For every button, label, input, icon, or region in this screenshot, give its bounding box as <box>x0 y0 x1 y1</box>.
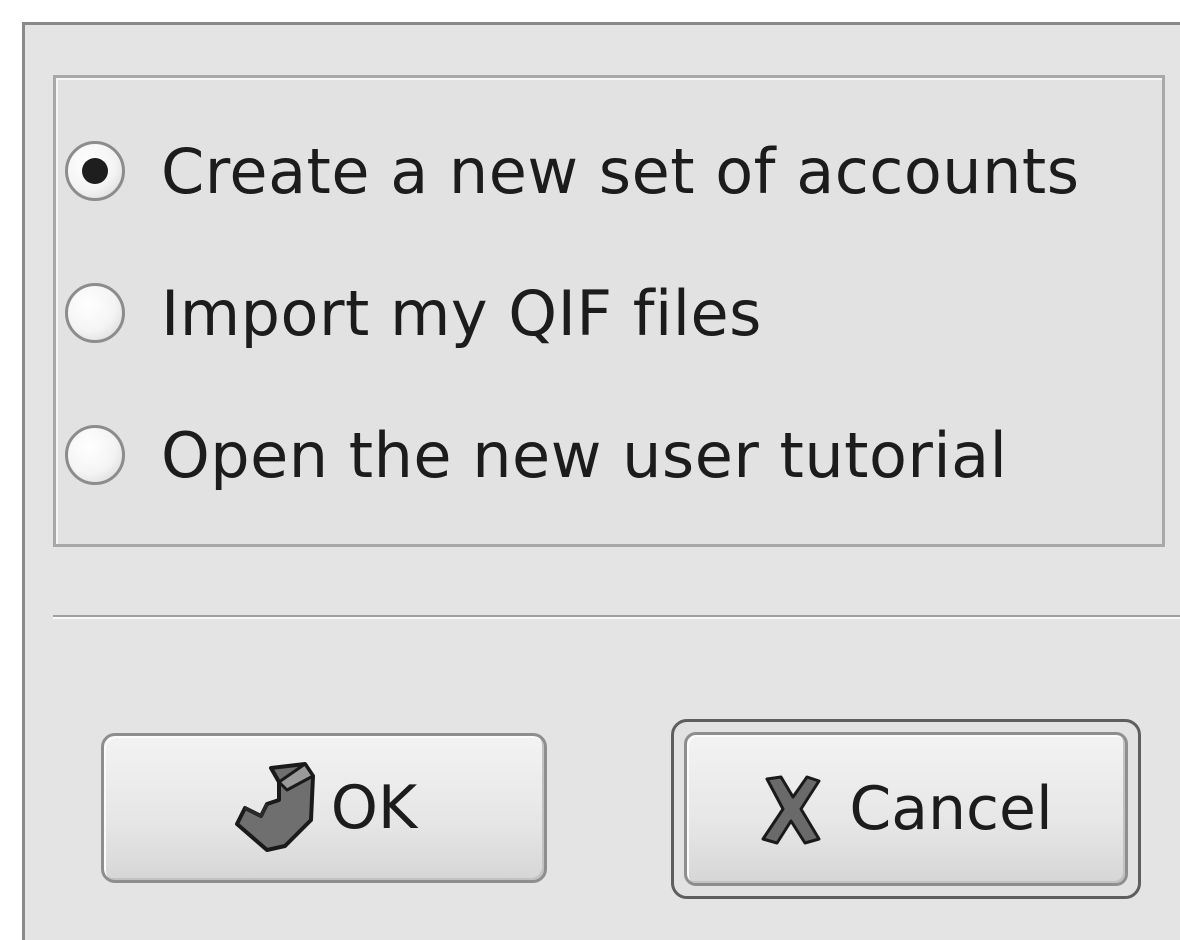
apply-check-icon <box>231 760 323 856</box>
cancel-button[interactable]: Cancel <box>671 719 1141 899</box>
radio-selected-dot <box>82 158 108 184</box>
radio-option-import-qif[interactable]: Import my QIF files <box>65 273 762 353</box>
ok-button-label: OK <box>330 773 418 843</box>
radio-button[interactable] <box>65 425 125 485</box>
dialog-window: Create a new set of accounts Import my Q… <box>22 22 1180 940</box>
cancel-button-label: Cancel <box>849 774 1053 844</box>
radio-label: Import my QIF files <box>161 276 762 350</box>
radio-button-selected[interactable] <box>65 141 125 201</box>
radio-label: Open the new user tutorial <box>161 418 1008 492</box>
separator <box>53 615 1180 619</box>
radio-option-open-tutorial[interactable]: Open the new user tutorial <box>65 415 1007 495</box>
radio-label: Create a new set of accounts <box>161 134 1080 208</box>
cancel-x-icon <box>759 773 823 845</box>
radio-option-create-accounts[interactable]: Create a new set of accounts <box>65 131 1080 211</box>
radio-button[interactable] <box>65 283 125 343</box>
cancel-button-face: Cancel <box>684 732 1128 886</box>
ok-button[interactable]: OK <box>101 733 547 883</box>
